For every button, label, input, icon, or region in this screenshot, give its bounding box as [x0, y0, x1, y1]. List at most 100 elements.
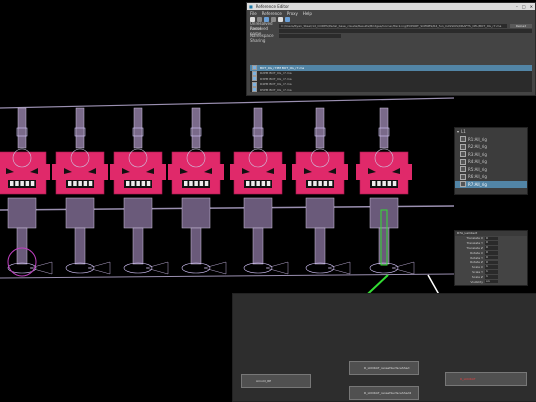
outliner-item[interactable]: R2:All_rig	[455, 143, 527, 151]
reference-list[interactable]: BOT_0G_r7PM BOT_0G_r7.ma R2PM BOT_0G_r7.…	[250, 65, 532, 93]
robot-tooth	[382, 181, 386, 186]
robot	[230, 107, 289, 275]
outliner-item[interactable]: R3:All_rig	[455, 151, 527, 159]
outliner-root[interactable]: ▾ L1	[455, 128, 527, 136]
close-icon[interactable]: ✕	[530, 4, 533, 9]
reference-editor-titlebar[interactable]: ■ Reference Editor – □ ✕	[247, 3, 535, 10]
transform-icon	[460, 143, 466, 150]
node-surface-shader-1[interactable]: R_LOOKAT_rensetSurfaceShad	[349, 361, 419, 375]
loaded-checkbox[interactable]	[252, 65, 257, 71]
aim-cone	[29, 261, 53, 275]
robot-ear	[168, 164, 174, 180]
aim-cone	[203, 261, 227, 275]
node-label: R_LOOKAT_rensetSurfaceShad	[364, 366, 410, 370]
reference-name: BOT_0G_r7PM BOT_0G_r7.ma	[260, 65, 305, 70]
outliner-label: R1:All_rig	[468, 136, 487, 142]
remove-reference-icon[interactable]	[278, 17, 283, 22]
attr-label: Rotate Y	[470, 255, 483, 260]
robot-leg	[74, 227, 86, 265]
attribute-row[interactable]: Visibility on	[455, 279, 527, 284]
outliner-label: L1	[461, 129, 466, 135]
reference-editor-window[interactable]: ■ Reference Editor – □ ✕ File Reference …	[246, 2, 536, 96]
robot-ear	[218, 164, 224, 180]
channel-box[interactable]: R7A_Lambert Translate X0 Translate Y0 Tr…	[454, 230, 528, 286]
outliner-item[interactable]: R6:All_rig	[455, 173, 527, 181]
transform-icon	[460, 166, 466, 173]
robot	[52, 107, 111, 275]
foot-control	[65, 262, 95, 274]
attr-label: Translate X	[466, 236, 483, 241]
robot-leg	[190, 227, 202, 265]
robot-tooth	[323, 181, 328, 186]
robot-ear	[356, 164, 362, 180]
reference-name: R2PM BOT_0G_r7.ma	[260, 71, 292, 76]
node-lookat[interactable]: R_LOOKAT	[445, 372, 527, 386]
loaded-checkbox[interactable]	[252, 87, 257, 93]
foot-control	[181, 262, 211, 274]
robot-tooth	[246, 181, 250, 186]
robot-ear	[292, 164, 298, 180]
robot	[292, 107, 351, 275]
attr-label: Rotate Z	[470, 260, 483, 265]
foot-control	[243, 262, 273, 274]
node-label: R_LOOKAT	[460, 377, 476, 381]
robot-ear	[342, 164, 348, 180]
maximize-icon[interactable]: □	[522, 4, 526, 9]
robot-tooth	[25, 181, 30, 186]
robot-tooth	[30, 181, 35, 186]
outliner-item[interactable]: R1:All_rig	[455, 136, 527, 144]
loaded-checkbox[interactable]	[252, 76, 257, 82]
minimize-icon[interactable]: –	[516, 4, 518, 9]
outliner-item[interactable]: R7:All_rig	[455, 180, 527, 188]
loaded-checkbox[interactable]	[252, 81, 257, 87]
robot-tooth	[204, 181, 209, 186]
proxy-icon[interactable]	[285, 17, 290, 22]
robot-tooth	[387, 181, 392, 186]
robot-tooth	[146, 181, 151, 186]
loaded-checkbox[interactable]	[252, 70, 257, 76]
resolved-name-input[interactable]	[279, 28, 532, 33]
robot-body	[65, 197, 95, 229]
aim-cone	[327, 261, 351, 275]
namespace-input[interactable]	[279, 33, 341, 38]
attr-value[interactable]: 0	[485, 255, 498, 260]
outliner-label: R4:All_rig	[468, 159, 487, 165]
reference-row[interactable]: R5PM BOT_0G_r7.ma	[250, 87, 532, 93]
robot-tooth	[372, 181, 376, 186]
robot-body	[305, 197, 335, 229]
menu-proxy[interactable]: Proxy	[287, 11, 298, 16]
robot-tooth	[83, 181, 88, 186]
robot-body	[123, 197, 153, 229]
node-editor-panel[interactable]: Arnold_RE R_LOOKAT_rensetSurfaceShad R_L…	[232, 293, 536, 402]
reference-name: R3PM BOT_0G_r7.ma	[260, 76, 292, 81]
outliner-panel[interactable]: ▾ L1 R1:All_rig R2:All_rig R3:All_rig R4…	[454, 127, 528, 195]
menu-help[interactable]: Help	[303, 11, 312, 16]
robot-tooth	[126, 181, 130, 186]
expand-icon[interactable]: ▾	[457, 129, 459, 134]
robot-tooth	[313, 181, 317, 186]
reload-button[interactable]: Reload	[510, 23, 532, 28]
guide-line	[0, 97, 455, 109]
menu-reference[interactable]: Reference	[262, 11, 282, 16]
menu-file[interactable]: File	[250, 11, 257, 16]
attr-label: Translate Z	[466, 245, 483, 250]
outliner-item[interactable]: R5:All_rig	[455, 166, 527, 174]
reference-name: R5PM BOT_0G_r7.ma	[260, 87, 292, 92]
outliner-item[interactable]: R4:All_rig	[455, 158, 527, 166]
attr-value[interactable]: on	[485, 279, 498, 284]
node-surface-shader-2[interactable]: R_LOOKAT_rensetSurfaceShad2	[349, 386, 419, 400]
robot-tooth	[141, 181, 146, 186]
field-unresolved-name: Unresolved name C:/Users/Ryan_Steel/1d_C…	[247, 21, 535, 31]
unresolved-name-input[interactable]: C:/Users/Ryan_Steel/1d_CODES/Pedal_base_…	[279, 23, 507, 28]
robot-tooth	[318, 181, 322, 186]
robot-tooth	[78, 181, 82, 186]
node-arnold[interactable]: Arnold_RE	[241, 374, 311, 388]
robot	[168, 107, 227, 275]
attr-label: Scale Y	[472, 269, 483, 274]
aim-cone	[265, 261, 289, 275]
robot-tooth	[308, 181, 312, 186]
robot-tooth	[10, 181, 14, 186]
robot-body	[243, 197, 273, 229]
robot-tooth	[251, 181, 255, 186]
robot	[356, 107, 415, 275]
